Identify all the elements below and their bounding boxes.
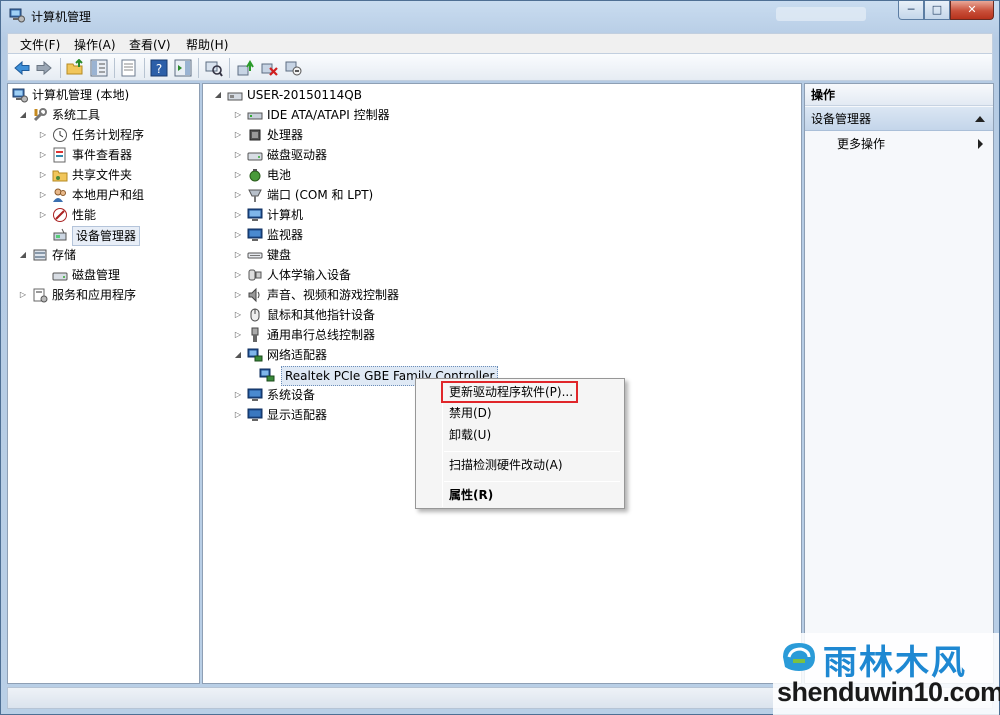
menu-view[interactable]: 查看(V): [129, 36, 171, 53]
storage-icon: [33, 249, 47, 261]
network-adapter-icon: [259, 368, 275, 382]
watermark-en-text: shenduwin10.com: [777, 677, 1000, 707]
actions-title: 操作: [805, 84, 993, 106]
expand-icon[interactable]: ▷: [233, 325, 243, 345]
update-driver-icon[interactable]: [236, 59, 254, 77]
keyboard-icon: [247, 252, 263, 259]
ide-controller-icon: [247, 112, 263, 120]
disk-drive-icon: [247, 152, 263, 161]
expand-icon[interactable]: ▷: [233, 385, 243, 405]
expand-icon[interactable]: ▷: [233, 145, 243, 165]
expand-icon[interactable]: ▷: [38, 165, 48, 185]
device-manager-icon: [53, 228, 67, 241]
tools-icon: [33, 108, 47, 122]
expand-icon[interactable]: ▷: [233, 305, 243, 325]
collapse-icon[interactable]: ◢: [18, 245, 28, 265]
close-button[interactable]: ✕: [950, 1, 994, 20]
menu-disable[interactable]: 禁用(D): [449, 403, 492, 423]
title-bar[interactable]: 计算机管理 ─ □ ✕: [1, 1, 999, 31]
expand-icon[interactable]: ▷: [233, 165, 243, 185]
battery-icon: [249, 169, 261, 182]
expand-icon[interactable]: ▷: [38, 205, 48, 225]
expand-icon[interactable]: ▷: [233, 125, 243, 145]
forward-arrow-icon[interactable]: [35, 59, 53, 77]
menu-scan-hardware[interactable]: 扫描检测硬件改动(A): [449, 455, 563, 475]
uninstall-device-icon[interactable]: [260, 59, 278, 77]
expand-icon[interactable]: ▷: [233, 205, 243, 225]
hid-icon: [248, 269, 262, 281]
window-controls: ─ □ ✕: [898, 1, 994, 21]
action-pane-icon[interactable]: [174, 59, 192, 77]
collapse-icon[interactable]: ◢: [18, 105, 28, 125]
expand-icon[interactable]: ▷: [38, 185, 48, 205]
computer-icon: [247, 208, 263, 221]
show-hide-tree-icon[interactable]: [90, 59, 108, 77]
properties-sheet-icon[interactable]: [120, 59, 138, 77]
computer-icon: [227, 92, 243, 101]
submenu-arrow-icon: [978, 139, 983, 149]
scan-hardware-icon[interactable]: [205, 59, 223, 77]
watermark: 雨林木风 shenduwin10.com: [773, 633, 1000, 715]
port-icon: [248, 189, 262, 202]
expand-icon[interactable]: ▷: [233, 105, 243, 125]
collapse-icon[interactable]: ◢: [233, 345, 243, 365]
context-menu: 更新驱动程序软件(P)... 禁用(D) 卸载(U) 扫描检测硬件改动(A) 属…: [415, 378, 625, 509]
event-log-icon: [53, 147, 66, 163]
system-device-icon: [247, 388, 263, 401]
menu-properties[interactable]: 属性(R): [449, 485, 493, 505]
collapse-arrow-icon[interactable]: [975, 116, 985, 122]
clock-icon: [53, 128, 67, 142]
computer-management-window: 计算机管理 ─ □ ✕ 文件(F) 操作(A) 查看(V) 帮助(H) ? 计算…: [0, 0, 1000, 715]
maximize-button[interactable]: □: [924, 1, 950, 20]
speaker-icon: [248, 287, 260, 303]
svg-text:?: ?: [156, 62, 162, 76]
expand-icon[interactable]: ▷: [18, 285, 28, 305]
computer-management-icon: [12, 88, 28, 103]
monitor-icon: [247, 228, 263, 241]
navigation-tree: 计算机管理 (本地) ◢ 系统工具 ▷ 任务计划程序 ▷ 事件查看器 ▷ 共享文…: [7, 83, 200, 684]
menu-uninstall[interactable]: 卸载(U): [449, 425, 491, 445]
network-adapter-icon: [247, 348, 263, 362]
disable-device-icon[interactable]: [284, 59, 302, 77]
blurred-title-area: [776, 7, 866, 21]
expand-icon[interactable]: ▷: [233, 285, 243, 305]
menu-file[interactable]: 文件(F): [20, 36, 60, 53]
help-icon[interactable]: ?: [150, 59, 168, 77]
up-folder-icon[interactable]: [66, 59, 84, 77]
back-arrow-icon[interactable]: [13, 59, 31, 77]
performance-icon: [53, 208, 67, 222]
users-icon: [53, 188, 66, 202]
menu-action[interactable]: 操作(A): [74, 36, 116, 53]
menu-bar: 文件(F) 操作(A) 查看(V) 帮助(H): [7, 33, 993, 53]
expand-icon[interactable]: ▷: [233, 265, 243, 285]
computer-management-icon: [9, 8, 25, 23]
usb-icon: [251, 327, 259, 342]
expand-icon[interactable]: ▷: [233, 225, 243, 245]
services-icon: [33, 288, 48, 303]
expand-icon[interactable]: ▷: [233, 185, 243, 205]
expand-icon[interactable]: ▷: [38, 145, 48, 165]
display-adapter-icon: [247, 408, 263, 421]
toolbar: ?: [7, 53, 993, 81]
watermark-logo-icon: [783, 643, 815, 671]
shared-folder-icon: [52, 170, 68, 182]
expand-icon[interactable]: ▷: [38, 125, 48, 145]
disk-icon: [52, 272, 68, 281]
minimize-button[interactable]: ─: [898, 1, 924, 20]
window-title: 计算机管理: [31, 10, 92, 24]
expand-icon[interactable]: ▷: [233, 405, 243, 425]
actions-group-device-manager[interactable]: 设备管理器: [805, 107, 993, 131]
menu-update-driver[interactable]: 更新驱动程序软件(P)...: [449, 382, 573, 402]
more-actions-item[interactable]: 更多操作: [837, 134, 885, 154]
actions-pane: 操作 设备管理器 更多操作: [804, 83, 994, 684]
processor-icon: [249, 129, 261, 141]
expand-icon[interactable]: ▷: [233, 245, 243, 265]
menu-help[interactable]: 帮助(H): [186, 36, 228, 53]
mouse-icon: [250, 308, 260, 322]
collapse-icon[interactable]: ◢: [213, 85, 223, 105]
